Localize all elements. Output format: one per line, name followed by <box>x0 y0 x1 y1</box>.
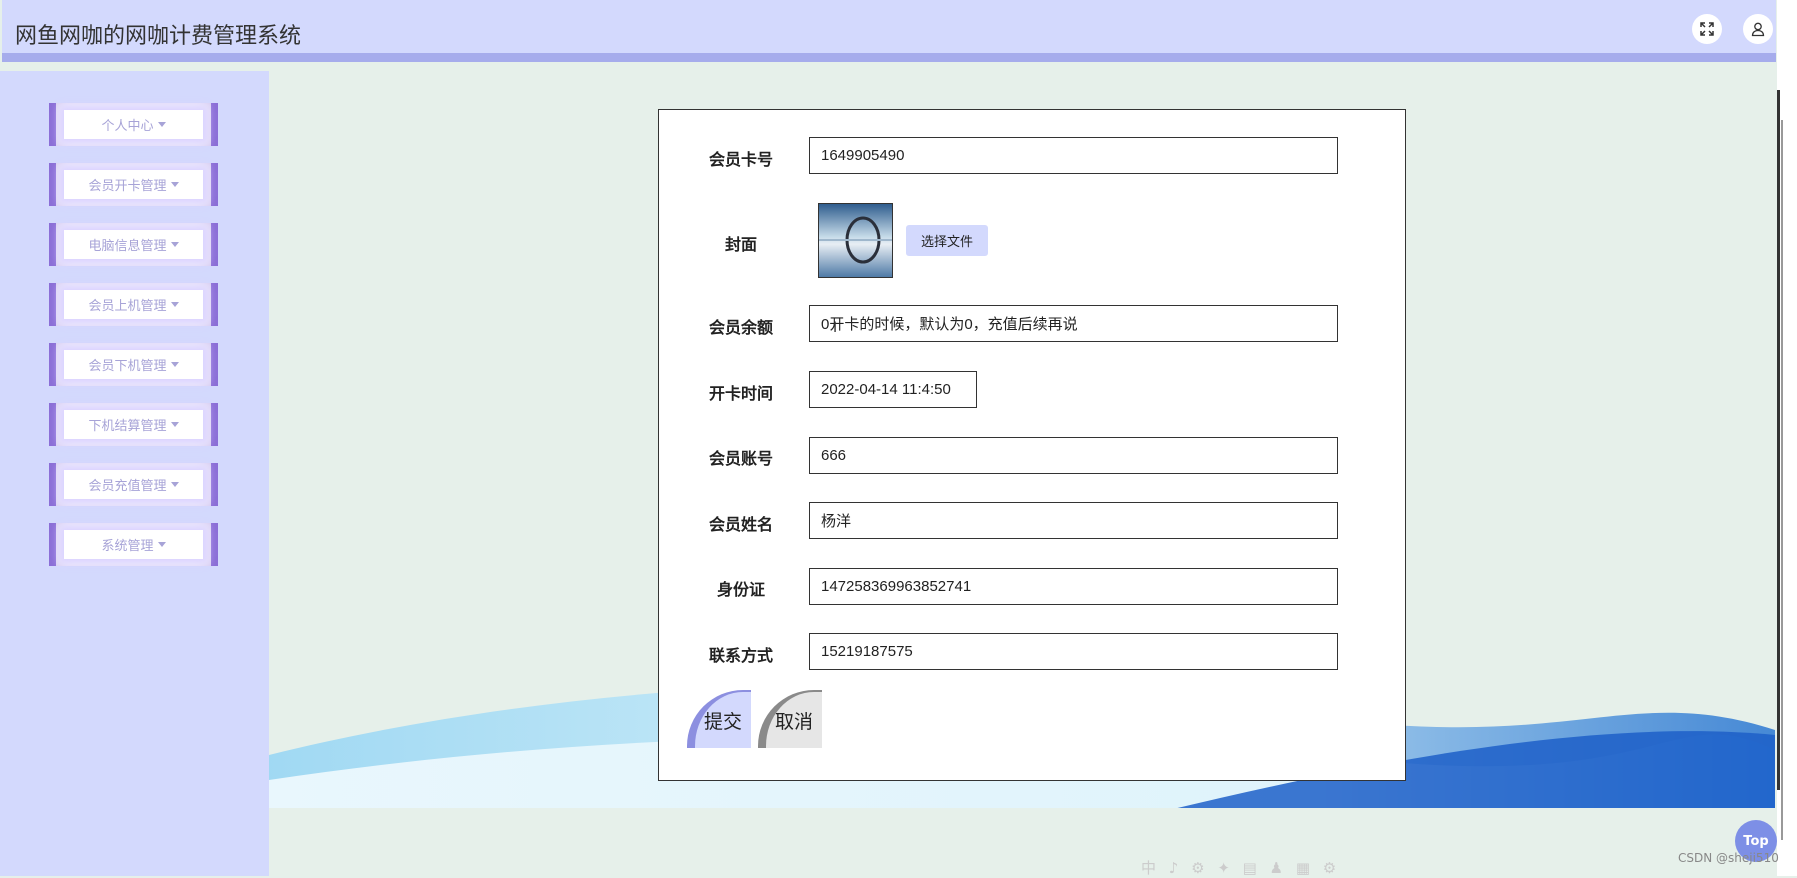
cover-image <box>818 203 893 278</box>
sidebar-item-label: 下机结算管理 <box>88 419 167 434</box>
caret-down-icon <box>170 482 179 487</box>
edit-form-panel: 会员卡号 1649905490 封面 选择文件 会员余额 0开卡的时候，默认为0… <box>658 109 1406 781</box>
caret-down-icon <box>170 362 179 367</box>
sidebar-item-label: 会员充值管理 <box>88 479 167 494</box>
ime-toolbar: 中 ♪ ⚙ ✦ ▤ ♟ ▦ ⚙ <box>1141 859 1341 877</box>
open-time-label: 开卡时间 <box>708 384 773 403</box>
caret-down-icon <box>170 302 179 307</box>
cover-label: 封面 <box>724 235 757 254</box>
account-input[interactable]: 666 <box>809 437 1338 474</box>
card-no-label: 会员卡号 <box>708 150 773 169</box>
sidebar-item-member-logout[interactable]: 会员下机管理 <box>49 343 218 386</box>
card-no-input[interactable]: 1649905490 <box>809 137 1338 174</box>
sidebar-item-member-card[interactable]: 会员开卡管理 <box>49 163 218 206</box>
sidebar-item-system[interactable]: 系统管理 <box>49 523 218 566</box>
caret-down-icon <box>170 422 179 427</box>
sidebar-item-label: 电脑信息管理 <box>88 239 167 254</box>
submit-button[interactable]: 提交 <box>687 690 751 748</box>
watermark: CSDN @sheji510 <box>1678 851 1779 865</box>
phone-input[interactable]: 15219187575 <box>809 633 1338 670</box>
text-cursor-icon: I <box>833 320 838 336</box>
name-input[interactable]: 杨洋 <box>809 502 1338 539</box>
sidebar-item-label: 会员上机管理 <box>88 299 167 314</box>
sidebar-item-label: 会员开卡管理 <box>88 179 167 194</box>
sidebar-item-recharge[interactable]: 会员充值管理 <box>49 463 218 506</box>
sidebar-item-label: 系统管理 <box>101 539 154 554</box>
sidebar-item-label: 个人中心 <box>101 119 154 134</box>
caret-down-icon <box>157 542 166 547</box>
app-title: 网鱼网咖的网咖计费管理系统 <box>15 24 302 49</box>
phone-label: 联系方式 <box>708 646 773 665</box>
id-card-label: 身份证 <box>716 580 765 599</box>
caret-down-icon <box>170 242 179 247</box>
window-edge <box>1777 0 1797 876</box>
id-card-input[interactable]: 147258369963852741 <box>809 568 1338 605</box>
expand-icon <box>1700 22 1714 36</box>
name-label: 会员姓名 <box>708 515 773 534</box>
user-button[interactable] <box>1743 14 1773 44</box>
sidebar-item-personal-center[interactable]: 个人中心 <box>49 103 218 146</box>
account-label: 会员账号 <box>708 449 773 468</box>
top-header: 网鱼网咖的网咖计费管理系统 <box>2 0 1776 62</box>
caret-down-icon <box>170 182 179 187</box>
sidebar-item-member-login[interactable]: 会员上机管理 <box>49 283 218 326</box>
sidebar-item-settlement[interactable]: 下机结算管理 <box>49 403 218 446</box>
fullscreen-button[interactable] <box>1692 14 1722 44</box>
cancel-button[interactable]: 取消 <box>758 690 822 748</box>
user-icon <box>1751 22 1765 37</box>
balance-input[interactable]: 0开卡的时候，默认为0，充值后续再说 <box>809 305 1338 342</box>
caret-down-icon <box>157 122 166 127</box>
sidebar-item-computer-info[interactable]: 电脑信息管理 <box>49 223 218 266</box>
sidebar-item-label: 会员下机管理 <box>88 359 167 374</box>
choose-file-button[interactable]: 选择文件 <box>906 225 988 256</box>
balance-label: 会员余额 <box>708 318 773 337</box>
open-time-input[interactable]: 2022-04-14 11:4:50 <box>809 371 977 408</box>
